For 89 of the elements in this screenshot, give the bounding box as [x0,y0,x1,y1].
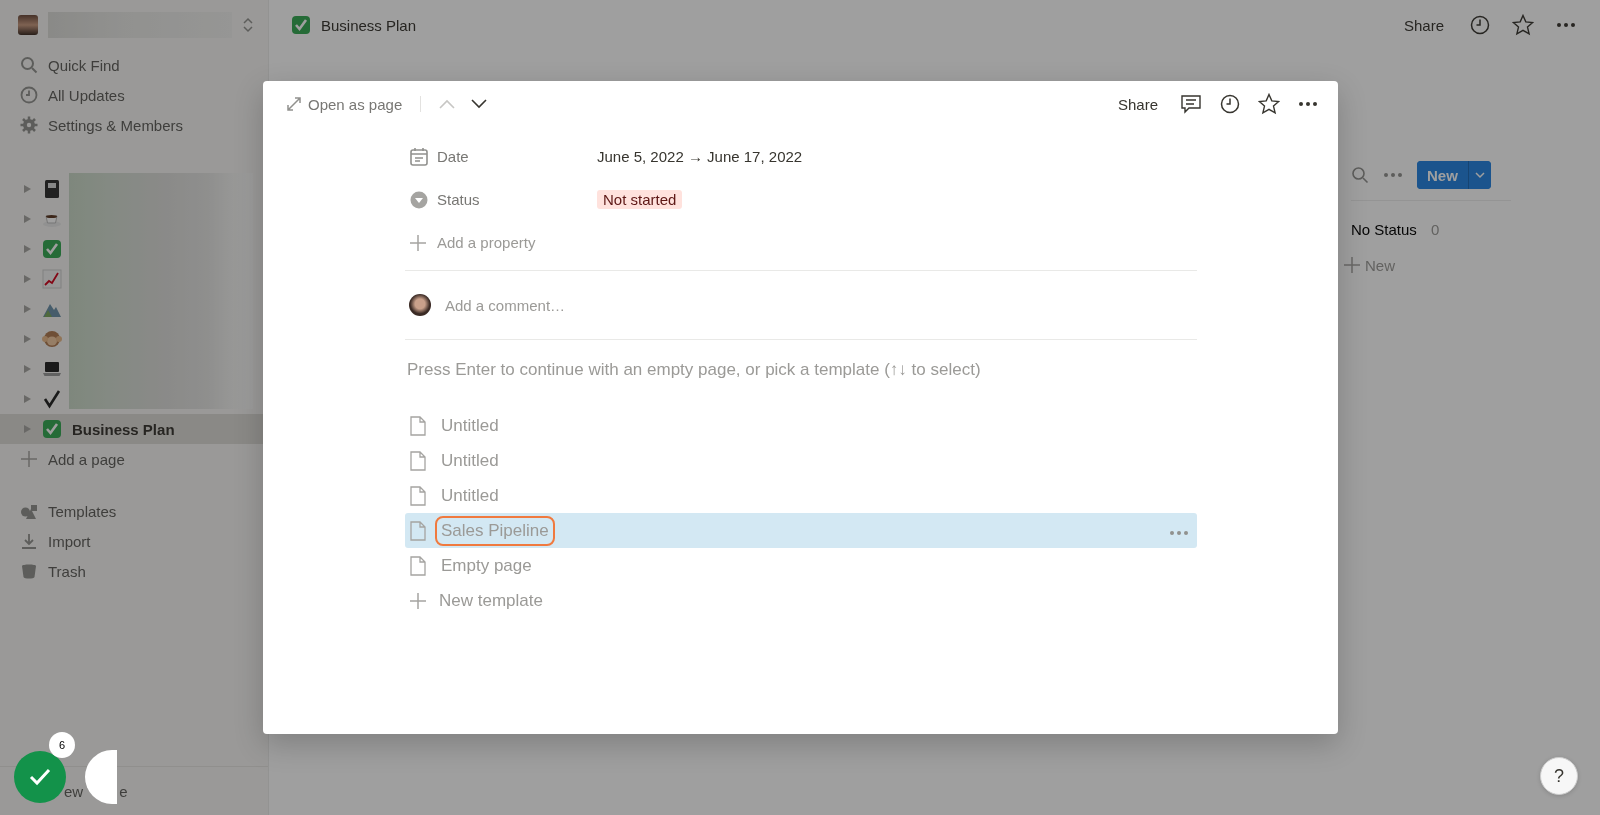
new-template-button[interactable]: New template [405,583,547,618]
star-icon [1258,93,1280,115]
new-dropdown-button[interactable] [1467,161,1491,189]
expand-arrow-icon [22,394,32,404]
template-hint: Press Enter to continue with an empty page, or pick a template (↑↓ to select) [407,360,982,380]
download-icon [20,532,38,550]
expand-arrow-icon [22,184,32,194]
more-icon [1169,529,1189,536]
check-box-icon [42,419,62,439]
comment-icon [1180,93,1202,115]
sidebar-item[interactable]: Templates [0,496,268,526]
expand-arrow-icon [22,424,32,434]
page-title: Business Plan [321,16,417,34]
status-tag[interactable]: Not started [597,190,683,209]
notebook-icon [42,179,62,199]
plus-icon [1343,256,1361,274]
expand-arrow-icon [22,214,32,224]
star-icon [1512,14,1534,36]
new-split-button[interactable]: New [1417,161,1491,189]
settings-icon [20,116,38,134]
caret-icon [1474,171,1485,179]
search-icon [1351,166,1369,184]
template-item[interactable]: Untitled [405,443,1197,478]
template-name: Untitled [440,484,500,507]
chevron-up-icon [438,98,457,110]
page-icon [409,520,427,541]
expand-arrow-icon [22,244,32,254]
plus-icon [20,450,38,468]
template-item[interactable]: Sales Pipeline [405,513,1197,548]
template-item[interactable]: Empty page [405,548,1197,583]
group-count: 0 [1430,220,1440,238]
clock-icon [20,86,38,104]
add-property-button[interactable]: Add a property [405,221,540,264]
page-icon [409,485,427,506]
template-item[interactable]: Untitled [405,408,1197,443]
sidebar-item[interactable]: Import [0,526,268,556]
sidebar-item[interactable]: All Updates [0,80,268,110]
monkey-icon [42,329,62,349]
template-name: Untitled [440,414,500,437]
check-box-icon [42,239,62,259]
chart-icon [42,269,62,289]
expand-icon [287,97,301,111]
more-icon [1383,172,1403,178]
more-icon [1298,101,1318,107]
plus-icon [409,591,427,610]
new-page-fragment[interactable]: ew [64,782,84,800]
expand-arrow-icon [22,274,32,284]
plus-icon [409,233,427,252]
help-button[interactable]: ? [1540,757,1578,795]
laptop-icon [42,359,62,379]
share-button[interactable]: Share [1399,14,1448,36]
calendar-icon [409,146,429,167]
sidebar-item[interactable]: Trash [0,556,268,586]
expand-arrow-icon [22,304,32,314]
clock-icon [1470,15,1490,35]
add-page-button[interactable]: Add a page [0,444,268,474]
user-avatar [409,294,431,316]
add-card-button[interactable]: New [1343,247,1511,283]
check-icon [42,389,62,409]
page-icon [409,555,427,576]
group-label: No Status [1351,220,1417,238]
expand-arrow-icon [22,334,32,344]
share-button[interactable]: Share [1113,93,1162,115]
workspace-avatar[interactable] [18,15,38,35]
property-name: Date [437,148,469,165]
search-icon [20,56,38,74]
template-name: Empty page [440,554,533,577]
template-name: Sales Pipeline [435,515,555,546]
check-box-icon [291,15,311,35]
expand-arrow-icon [22,364,32,374]
new-page-fragment[interactable]: e [119,782,128,800]
template-item[interactable]: Untitled [405,478,1197,513]
shapes-icon [20,502,38,520]
template-name: Untitled [440,449,500,472]
comment-field[interactable]: Add a comment… [443,295,1197,315]
page-icon [409,450,427,471]
property-name: Status [437,191,480,208]
status-icon [409,189,429,210]
sidebar-item[interactable]: Settings & Members [0,110,268,140]
check-icon [29,768,51,786]
clock-icon [1220,94,1240,114]
chevron-down-icon [470,98,489,110]
more-icon [1556,22,1576,28]
updown-chevron-icon [242,17,254,33]
date-value[interactable]: June 5, 2022 → June 17, 2022 [597,148,803,165]
sidebar-item[interactable]: Quick Find [0,50,268,80]
page-icon [409,415,427,436]
trash-icon [20,562,38,580]
open-as-page-button[interactable]: Open as page [283,93,407,115]
